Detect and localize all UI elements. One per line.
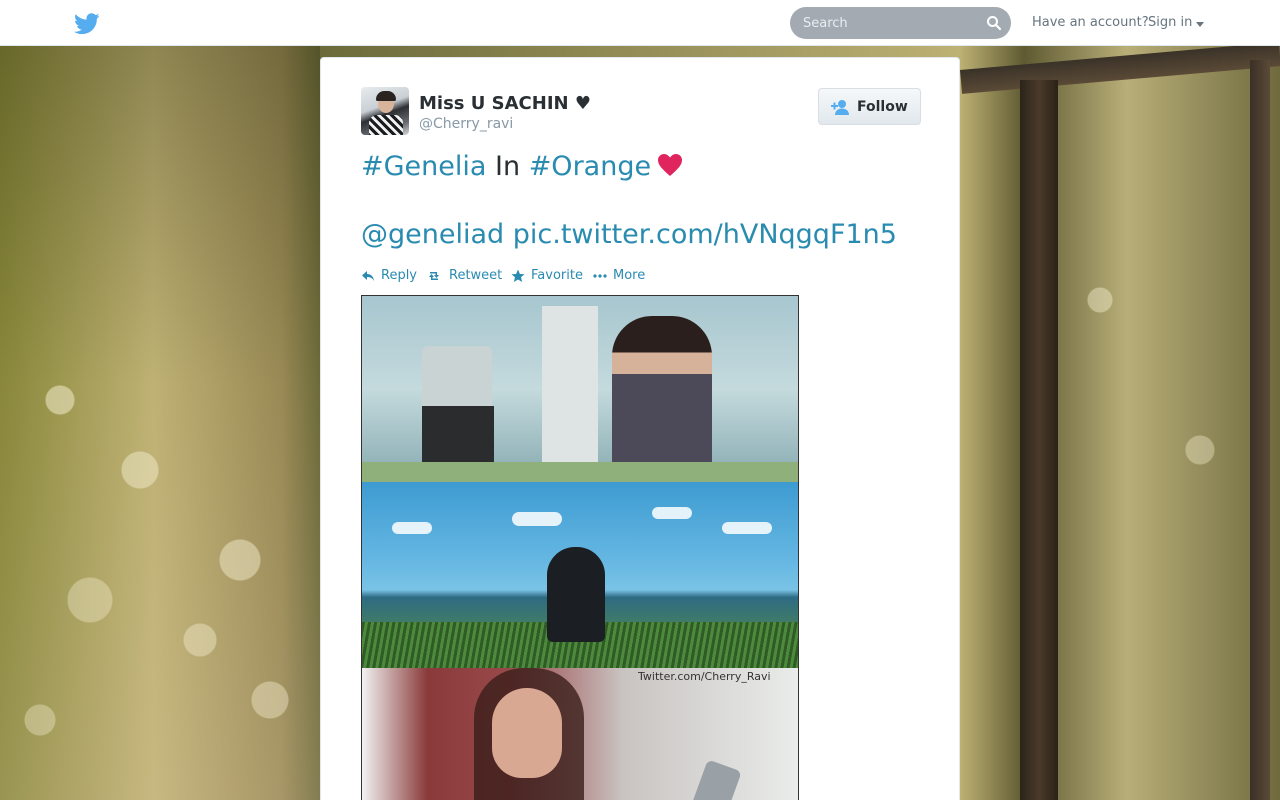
background-fence-bar (960, 42, 1280, 94)
media-watermark: Twitter.com/Cherry_Ravi (638, 670, 771, 683)
sign-in-link[interactable]: Sign in (1148, 15, 1192, 30)
media-phone (690, 759, 742, 800)
user-handle[interactable]: @Cherry_ravi (419, 116, 513, 132)
media-gravestone-dark (422, 406, 494, 466)
media-panel-cemetery (362, 296, 798, 482)
avatar-hair (376, 91, 396, 101)
hashtag-link[interactable]: #Orange (529, 151, 651, 182)
follow-button[interactable]: Follow (818, 88, 921, 125)
reply-label: Reply (381, 268, 418, 283)
heart-icon (658, 154, 683, 176)
background-fence-post (1020, 80, 1058, 800)
pic-link[interactable]: pic.twitter.com/hVNqgqF1n5 (513, 219, 897, 250)
background-fence-post-right (1250, 60, 1270, 800)
avatar-shirt (369, 115, 403, 135)
retweet-label: Retweet (449, 268, 503, 283)
user-fullname[interactable]: Miss U SACHIN ♥ (419, 93, 591, 114)
reply-icon (362, 271, 374, 281)
media-panel-portrait: Twitter.com/Cherry_Ravi (362, 668, 798, 800)
media-cloud (392, 522, 432, 534)
media-person-silhouette (547, 547, 605, 642)
more-dots-icon (593, 274, 607, 278)
background-left (0, 46, 320, 800)
favorite-label: Favorite (531, 268, 583, 283)
more-label: More (613, 268, 646, 283)
tweet-media-image[interactable]: Twitter.com/Cherry_Ravi (361, 295, 799, 800)
retweet-icon (429, 272, 439, 280)
follow-person-icon (831, 100, 849, 115)
star-icon (511, 269, 525, 282)
mention-link[interactable]: @geneliad (361, 219, 504, 250)
tweet-text-line-2: @geneliad pic.twitter.com/hVNqgqF1n5 (361, 218, 897, 252)
caret-down-icon[interactable] (1196, 22, 1204, 27)
search-box (790, 7, 1011, 39)
media-cloud (652, 507, 692, 519)
search-input[interactable] (790, 7, 980, 39)
tweet-card: Miss U SACHIN ♥ @Cherry_ravi Follow #Gen… (320, 57, 960, 800)
tweet-word: In (486, 151, 529, 182)
follow-label: Follow (857, 99, 908, 115)
media-face (492, 688, 562, 778)
avatar[interactable] (361, 87, 409, 135)
media-cloud (512, 512, 562, 526)
have-account-text: Have an account? (1032, 15, 1149, 30)
top-bar: Have an account? Sign in (0, 0, 1280, 46)
media-panel-beach (362, 482, 798, 668)
search-icon[interactable] (986, 15, 1002, 31)
media-gravestone-tall (542, 306, 598, 466)
twitter-bird-icon[interactable] (74, 13, 100, 35)
media-grass (362, 462, 798, 482)
hashtag-link[interactable]: #Genelia (361, 151, 486, 182)
media-cloud (722, 522, 772, 534)
media-person (612, 316, 712, 482)
tweet-text-line-1: #Genelia In #Orange (361, 150, 683, 184)
